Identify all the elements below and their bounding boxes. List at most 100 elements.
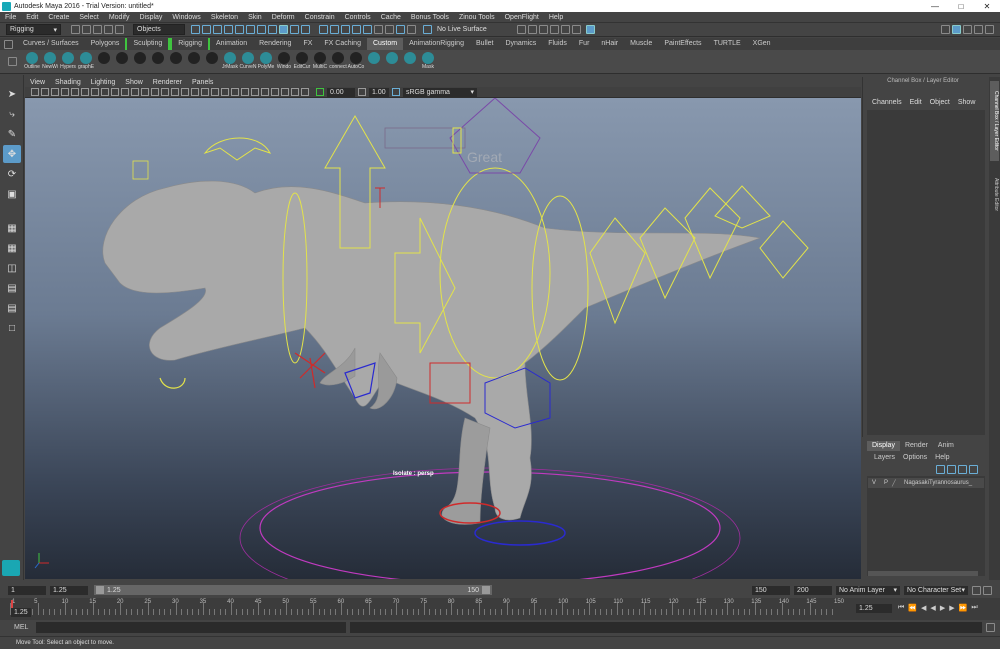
layer-row[interactable]: V P ╱ NagasakiTyrannosaurus_ xyxy=(868,478,984,488)
exposure-icon[interactable] xyxy=(316,88,324,96)
live-surface-icon[interactable] xyxy=(423,25,432,34)
menu-controls[interactable]: Controls xyxy=(340,14,376,21)
current-time-field[interactable]: 1.25 xyxy=(856,604,892,613)
magnet-icon[interactable] xyxy=(396,25,405,34)
animation-prefs-icon[interactable] xyxy=(983,585,992,595)
render-globals-icon[interactable] xyxy=(586,25,595,34)
shelf-tab-xgen[interactable]: XGen xyxy=(747,38,777,50)
shelf-tab-fx[interactable]: FX xyxy=(297,38,318,50)
side-tab-channel-box[interactable]: Channel Box / Layer Editor xyxy=(990,81,999,161)
menu-create[interactable]: Create xyxy=(43,14,74,21)
playback-start-field[interactable]: 1.25 xyxy=(50,585,88,595)
layer-menu-options[interactable]: Options xyxy=(899,454,931,461)
step-forward-frame-icon[interactable]: ▶ xyxy=(947,604,956,612)
shelf-tab-bullet[interactable]: Bullet xyxy=(470,38,500,50)
root-control-circle[interactable] xyxy=(259,471,721,579)
make-live-icon[interactable] xyxy=(363,25,372,34)
ipr-render-icon[interactable] xyxy=(539,25,548,34)
command-language-label[interactable]: MEL xyxy=(14,624,32,631)
step-back-frame-icon[interactable]: ◀ xyxy=(919,604,928,612)
shelf-button-editcur[interactable]: EditCur xyxy=(293,51,311,73)
smooth-shade-icon[interactable] xyxy=(171,88,179,96)
shelf-tab-painteffects[interactable]: PaintEffects xyxy=(658,38,707,50)
playback-end-field[interactable]: 150 xyxy=(752,585,790,595)
menu-set-dropdown[interactable]: Rigging ▾ xyxy=(6,24,61,35)
select-tool-icon[interactable]: ➤ xyxy=(3,85,21,103)
close-button[interactable]: ✕ xyxy=(974,2,1000,11)
render-settings-icon[interactable] xyxy=(550,25,559,34)
shelf-menu-gear-icon[interactable] xyxy=(4,39,13,49)
menu-constrain[interactable]: Constrain xyxy=(300,14,340,21)
shelf-button-curve[interactable]: CurveN xyxy=(239,51,257,73)
shelf-button-extra-b[interactable] xyxy=(383,51,401,73)
shelf-button-autoco[interactable]: AutoCo xyxy=(347,51,365,73)
command-input[interactable] xyxy=(36,621,346,633)
anim-layer-dropdown[interactable]: No Anim Layer ▾ xyxy=(836,585,900,595)
side-tab-attribute-editor[interactable]: Attribute Editor xyxy=(990,165,999,225)
shelf-tab-dynamics[interactable]: Dynamics xyxy=(499,38,542,50)
layer-visibility-toggle[interactable]: V xyxy=(868,480,880,486)
menu-deform[interactable]: Deform xyxy=(267,14,300,21)
start-time-field[interactable]: 1 xyxy=(8,585,46,595)
image-plane-icon[interactable] xyxy=(61,88,69,96)
go-to-end-icon[interactable]: ⏭ xyxy=(969,604,979,612)
channel-box-menu-show[interactable]: Show xyxy=(954,99,980,106)
shelf-button-extra-a[interactable] xyxy=(365,51,383,73)
shelf-tab-polygons[interactable]: Polygons xyxy=(85,38,126,50)
menu-bonus-tools[interactable]: Bonus Tools xyxy=(406,14,454,21)
field-chart-icon[interactable] xyxy=(131,88,139,96)
layer-scrollbar[interactable] xyxy=(868,571,978,576)
channel-box-menu-channels[interactable]: Channels xyxy=(868,99,906,106)
scale-tool-icon[interactable]: ▣ xyxy=(3,185,21,203)
range-start-handle[interactable] xyxy=(96,586,104,594)
layer-color-swatch[interactable]: ╱ xyxy=(892,480,904,487)
menu-display[interactable]: Display xyxy=(134,14,167,21)
layer-tab-render[interactable]: Render xyxy=(900,441,933,451)
gamma-field[interactable]: 1.00 xyxy=(369,87,389,97)
end-time-field[interactable]: 200 xyxy=(794,585,832,595)
play-backwards-icon[interactable]: ◀ xyxy=(928,604,937,612)
render-view-icon[interactable] xyxy=(517,25,526,34)
menu-modify[interactable]: Modify xyxy=(104,14,135,21)
motion-blur-icon[interactable] xyxy=(241,88,249,96)
move-layer-up-icon[interactable] xyxy=(936,465,945,474)
shelf-tab-curves-surfaces[interactable]: Curves / Surfaces xyxy=(17,38,85,50)
range-slider[interactable]: 1.25 150 xyxy=(94,585,492,595)
snap-grid-icon[interactable] xyxy=(319,25,328,34)
toggle-channel-box-icon[interactable] xyxy=(963,25,972,34)
move-tool-icon[interactable]: ✥ xyxy=(3,145,21,163)
rotate-tool-icon[interactable]: ⟳ xyxy=(3,165,21,183)
extra-layout-icon[interactable]: □ xyxy=(3,319,21,337)
menu-skeleton[interactable]: Skeleton xyxy=(206,14,243,21)
undo-icon[interactable] xyxy=(104,25,113,34)
menu-windows[interactable]: Windows xyxy=(167,14,205,21)
panel-menu-view[interactable]: View xyxy=(25,79,50,86)
shelf-button-scripting[interactable] xyxy=(113,51,131,73)
shelf-button-mask[interactable]: Mask xyxy=(419,51,437,73)
render-setup-icon[interactable] xyxy=(572,25,581,34)
menu-help[interactable]: Help xyxy=(544,14,568,21)
shelf-button-connect[interactable]: connect xyxy=(329,51,347,73)
panel-menu-lighting[interactable]: Lighting xyxy=(86,79,121,86)
shelf-button-multicurve[interactable]: MultiC xyxy=(311,51,329,73)
shelf-button-paint[interactable] xyxy=(131,51,149,73)
panel-menu-panels[interactable]: Panels xyxy=(187,79,218,86)
exposure-field[interactable]: 0.00 xyxy=(327,87,355,97)
mask-surface-icon[interactable] xyxy=(257,25,266,34)
isolate-select-icon[interactable] xyxy=(271,88,279,96)
use-all-lights-icon[interactable] xyxy=(211,88,219,96)
xray-components-icon[interactable] xyxy=(301,88,309,96)
character-set-dropdown[interactable]: No Character Set ▾ xyxy=(904,585,968,595)
selection-mask-dropdown[interactable]: Objects xyxy=(133,24,185,35)
history-icon[interactable] xyxy=(374,25,383,34)
depth-of-field-icon[interactable] xyxy=(261,88,269,96)
single-pane-layout-icon[interactable]: ▦ xyxy=(3,219,21,237)
redo-icon[interactable] xyxy=(115,25,124,34)
lasso-tool-icon[interactable]: ⤷ xyxy=(3,105,21,123)
workspace-icon[interactable] xyxy=(952,25,961,34)
symmetry-icon[interactable] xyxy=(407,25,416,34)
shelf-button-brush[interactable] xyxy=(149,51,167,73)
new-layer-from-selection-icon[interactable] xyxy=(969,465,978,474)
shelf-button-new-window[interactable]: NewWi xyxy=(41,51,59,73)
menu-file[interactable]: File xyxy=(0,14,21,21)
